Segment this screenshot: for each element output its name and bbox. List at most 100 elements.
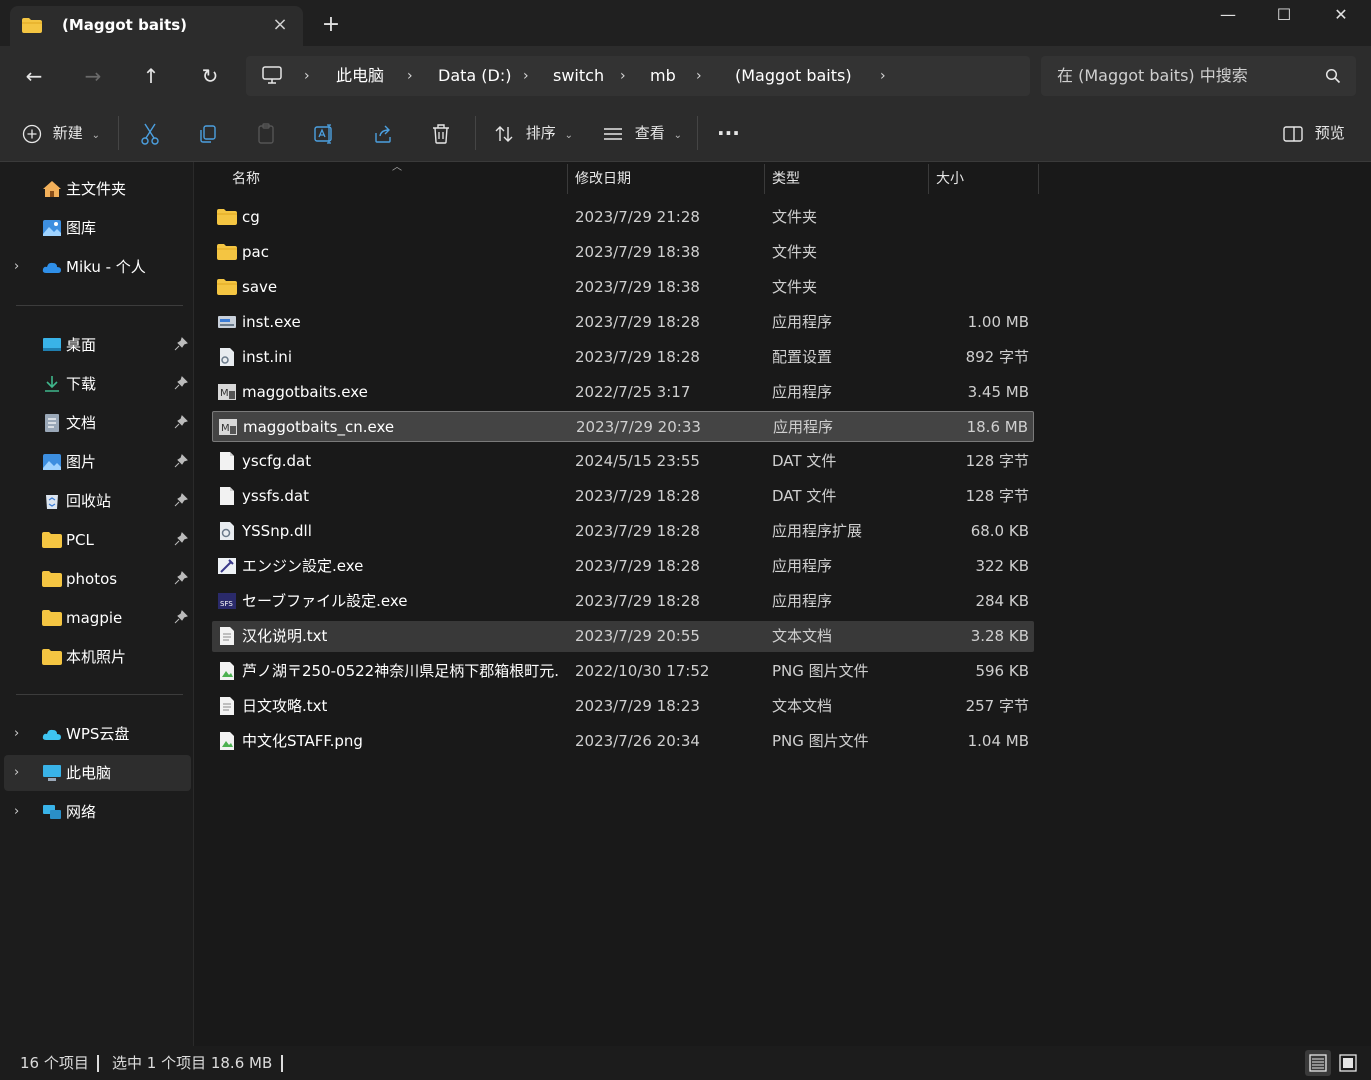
file-row[interactable]: 日文攻略.txt 2023/7/29 18:23 文本文档 257 字节 bbox=[212, 691, 1034, 722]
preview-button[interactable]: 预览 bbox=[1283, 118, 1345, 148]
chevron-right-icon[interactable]: › bbox=[14, 794, 19, 830]
view-button[interactable]: 查看 ⌄ bbox=[603, 118, 682, 148]
file-row[interactable]: yssfs.dat 2023/7/29 18:28 DAT 文件 128 字节 bbox=[212, 481, 1034, 512]
sidebar-item-recycle-bin[interactable]: 回收站 bbox=[4, 483, 191, 519]
file-size: 3.45 MB bbox=[967, 382, 1029, 401]
breadcrumb-item[interactable]: switch bbox=[553, 56, 604, 96]
pin-icon[interactable] bbox=[174, 337, 188, 351]
file-size: 1.00 MB bbox=[967, 312, 1029, 331]
sidebar-item-documents[interactable]: 文档 bbox=[4, 405, 191, 441]
share-button[interactable] bbox=[373, 118, 393, 148]
app-icon: M bbox=[218, 383, 236, 400]
chevron-right-icon[interactable]: › bbox=[620, 56, 626, 96]
file-row[interactable]: 中文化STAFF.png 2023/7/26 20:34 PNG 图片文件 1.04 … bbox=[212, 726, 1034, 757]
pin-icon[interactable] bbox=[174, 571, 188, 585]
cut-button[interactable] bbox=[140, 118, 160, 148]
more-options-icon[interactable]: ··· bbox=[717, 118, 740, 148]
search-input[interactable]: 在 (Maggot baits) 中搜索 bbox=[1057, 56, 1248, 96]
column-header-size[interactable]: 大小 bbox=[936, 162, 964, 196]
pin-icon[interactable] bbox=[174, 376, 188, 390]
file-row[interactable]: save 2023/7/29 18:38 文件夹 bbox=[212, 272, 1034, 303]
minimize-icon[interactable]: — bbox=[1201, 0, 1255, 32]
sidebar-item-wps-cloud[interactable]: › WPS云盘 bbox=[4, 716, 191, 752]
breadcrumb-item[interactable]: 此电脑 bbox=[336, 56, 384, 96]
file-row[interactable]: 汉化说明.txt 2023/7/29 20:55 文本文档 3.28 KB bbox=[212, 620, 1034, 652]
address-bar[interactable]: › 此电脑 › Data (D:) › switch › mb › (Maggo… bbox=[246, 56, 1030, 96]
column-header-name[interactable]: 名称 bbox=[232, 162, 260, 196]
chevron-right-icon[interactable]: › bbox=[407, 56, 413, 96]
file-row[interactable]: yscfg.dat 2024/5/15 23:55 DAT 文件 128 字节 bbox=[212, 446, 1034, 477]
column-divider[interactable] bbox=[928, 164, 929, 194]
sidebar-item-home[interactable]: 主文件夹 bbox=[4, 171, 191, 207]
pin-icon[interactable] bbox=[174, 532, 188, 546]
file-row[interactable]: SFS セーブファイル設定.exe 2023/7/29 18:28 应用程序 284 K… bbox=[212, 586, 1034, 617]
tab-close-icon[interactable]: × bbox=[268, 12, 292, 38]
sidebar-item-onedrive[interactable]: › Miku - 个人 bbox=[4, 249, 191, 285]
monitor-icon[interactable] bbox=[262, 66, 282, 84]
sidebar-item-network[interactable]: › 网络 bbox=[4, 794, 191, 830]
chevron-right-icon[interactable]: › bbox=[14, 716, 19, 752]
chevron-right-icon[interactable]: › bbox=[523, 56, 529, 96]
maximize-icon[interactable]: ☐ bbox=[1257, 0, 1311, 32]
sidebar-item-label: 此电脑 bbox=[66, 764, 112, 782]
file-name: セーブファイル設定.exe bbox=[242, 591, 408, 610]
file-row[interactable]: inst.exe 2023/7/29 18:28 应用程序 1.00 MB bbox=[212, 307, 1034, 338]
text-file-icon bbox=[220, 696, 234, 715]
breadcrumb-item[interactable]: Data (D:) bbox=[438, 56, 511, 96]
back-icon[interactable]: ← bbox=[18, 60, 50, 92]
forward-icon[interactable]: → bbox=[77, 60, 109, 92]
file-name: maggotbaits_cn.exe bbox=[243, 418, 395, 437]
column-header-type[interactable]: 类型 bbox=[772, 162, 800, 196]
file-row[interactable]: エンジン設定.exe 2023/7/29 18:28 应用程序 322 KB bbox=[212, 551, 1034, 582]
chevron-right-icon[interactable]: › bbox=[696, 56, 702, 96]
pin-icon[interactable] bbox=[174, 493, 188, 507]
up-icon[interactable]: ↑ bbox=[135, 60, 167, 92]
file-row[interactable]: cg 2023/7/29 21:28 文件夹 bbox=[212, 202, 1034, 233]
large-icons-view-button[interactable] bbox=[1335, 1050, 1361, 1076]
sidebar-item-label: magpie bbox=[66, 609, 123, 627]
close-window-icon[interactable]: ✕ bbox=[1314, 0, 1368, 32]
sidebar-item-magpie[interactable]: magpie bbox=[4, 600, 191, 636]
sidebar-item-photos[interactable]: photos bbox=[4, 561, 191, 597]
refresh-icon[interactable]: ↻ bbox=[194, 60, 226, 92]
new-tab-icon[interactable]: + bbox=[318, 12, 344, 38]
column-divider[interactable] bbox=[1038, 164, 1039, 194]
copy-button[interactable] bbox=[198, 118, 218, 148]
file-row[interactable]: Mmaggotbaits.exe 2022/7/25 3:17 应用程序 3.45 M… bbox=[212, 377, 1034, 408]
chevron-right-icon[interactable]: › bbox=[14, 249, 19, 285]
pin-icon[interactable] bbox=[174, 610, 188, 624]
delete-button[interactable] bbox=[431, 118, 451, 148]
sidebar-item-this-pc[interactable]: › 此电脑 bbox=[4, 755, 191, 791]
breadcrumb-item[interactable]: mb bbox=[650, 56, 676, 96]
sidebar-item-gallery[interactable]: 图库 bbox=[4, 210, 191, 246]
details-view-button[interactable] bbox=[1305, 1050, 1331, 1076]
file-name: 日文攻略.txt bbox=[242, 696, 328, 715]
file-row[interactable]: YSSnp.dll 2023/7/29 18:28 应用程序扩展 68.0 KB bbox=[212, 516, 1034, 547]
new-button[interactable]: 新建 ⌄ bbox=[22, 118, 100, 148]
file-row[interactable]: pac 2023/7/29 18:38 文件夹 bbox=[212, 237, 1034, 268]
sort-button[interactable]: 排序 ⌄ bbox=[494, 118, 573, 148]
column-header-date[interactable]: 修改日期 bbox=[575, 162, 631, 196]
sidebar-item-downloads[interactable]: 下载 bbox=[4, 366, 191, 402]
chevron-right-icon[interactable]: › bbox=[304, 56, 310, 96]
file-row[interactable]: Mmaggotbaits_cn.exe 2023/7/29 20:33 应用程序 18… bbox=[212, 411, 1034, 443]
sidebar-item-local-photos[interactable]: 本机照片 bbox=[4, 639, 191, 675]
search-box[interactable]: 在 (Maggot baits) 中搜索 bbox=[1041, 56, 1356, 96]
tab-current[interactable]: (Maggot baits) × bbox=[10, 6, 303, 46]
chevron-right-icon[interactable]: › bbox=[880, 56, 886, 96]
column-divider[interactable] bbox=[764, 164, 765, 194]
rename-button[interactable] bbox=[314, 118, 336, 148]
sidebar-item-pcl[interactable]: PCL bbox=[4, 522, 191, 558]
pin-icon[interactable] bbox=[174, 454, 188, 468]
title-bar: (Maggot baits) × + — ☐ ✕ bbox=[0, 0, 1371, 46]
sidebar-item-desktop[interactable]: 桌面 bbox=[4, 327, 191, 363]
chevron-right-icon[interactable]: › bbox=[14, 755, 19, 791]
sidebar-item-pictures[interactable]: 图片 bbox=[4, 444, 191, 480]
breadcrumb-item[interactable]: (Maggot baits) bbox=[735, 56, 852, 96]
file-row[interactable]: inst.ini 2023/7/29 18:28 配置设置 892 字节 bbox=[212, 342, 1034, 373]
paste-button[interactable] bbox=[256, 118, 276, 148]
file-type: PNG 图片文件 bbox=[772, 661, 869, 680]
column-divider[interactable] bbox=[567, 164, 568, 194]
file-row[interactable]: 芦ノ湖〒250-0522神奈川県足柄下郡箱根町元... 2022/10/30 17… bbox=[212, 656, 1034, 687]
pin-icon[interactable] bbox=[174, 415, 188, 429]
